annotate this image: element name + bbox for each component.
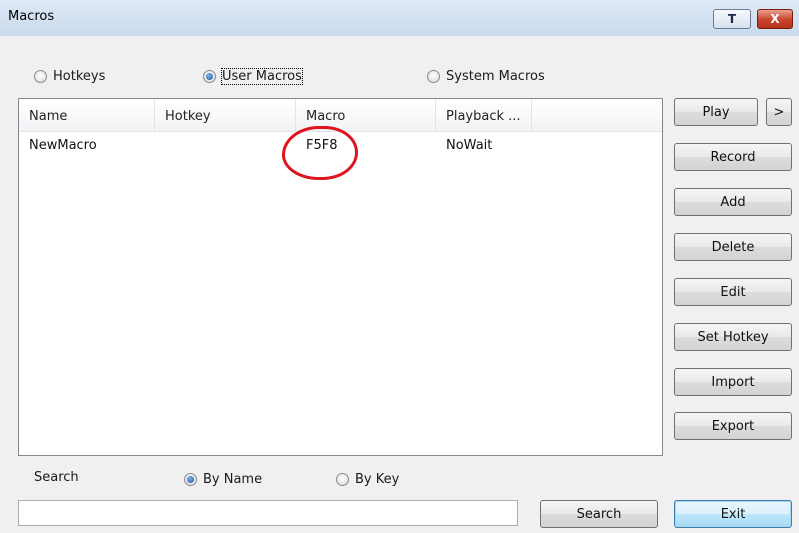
radio-system-macros-label: System Macros — [446, 69, 545, 84]
cell-name: NewMacro — [29, 138, 97, 153]
column-header-name[interactable]: Name — [19, 99, 155, 132]
radio-user-macros-label: User Macros — [221, 68, 303, 85]
radio-by-key[interactable]: By Key — [336, 472, 399, 487]
cell-macro: F5F8 — [306, 138, 338, 153]
record-button[interactable]: Record — [674, 143, 792, 171]
export-button[interactable]: Export — [674, 412, 792, 440]
pin-button[interactable]: T — [713, 9, 751, 29]
column-header-playback[interactable]: Playback ... — [436, 99, 532, 132]
radio-by-key-circle[interactable] — [336, 473, 349, 486]
delete-button[interactable]: Delete — [674, 233, 792, 261]
window-title: Macros — [8, 9, 55, 24]
radio-hotkeys-circle[interactable] — [34, 70, 47, 83]
macros-window: Macros T X Hotkeys User Macros System Ma… — [0, 0, 799, 533]
radio-system-macros-circle[interactable] — [427, 70, 440, 83]
macro-list[interactable]: Name Hotkey Macro Playback ... NewMacro … — [18, 98, 663, 456]
set-hotkey-button[interactable]: Set Hotkey — [674, 323, 792, 351]
play-button[interactable]: Play — [674, 98, 758, 126]
table-row[interactable]: NewMacro F5F8 NoWait — [19, 135, 662, 157]
title-bar[interactable]: Macros T X — [0, 0, 799, 36]
import-button[interactable]: Import — [674, 368, 792, 396]
radio-hotkeys-label: Hotkeys — [53, 69, 106, 84]
add-button[interactable]: Add — [674, 188, 792, 216]
radio-by-key-label: By Key — [355, 472, 400, 487]
play-options-button[interactable]: > — [766, 98, 792, 126]
cell-playback: NoWait — [446, 138, 493, 153]
radio-by-name-circle[interactable] — [184, 473, 197, 486]
radio-system-macros[interactable]: System Macros — [427, 69, 545, 84]
search-label: Search — [34, 470, 79, 485]
edit-button[interactable]: Edit — [674, 278, 792, 306]
radio-hotkeys[interactable]: Hotkeys — [34, 69, 105, 84]
list-header: Name Hotkey Macro Playback ... — [19, 99, 662, 132]
column-header-hotkey[interactable]: Hotkey — [155, 99, 296, 132]
radio-by-name-label: By Name — [203, 472, 263, 487]
search-button[interactable]: Search — [540, 500, 658, 528]
column-header-macro[interactable]: Macro — [296, 99, 436, 132]
close-button[interactable]: X — [757, 9, 793, 29]
radio-by-name[interactable]: By Name — [184, 472, 262, 487]
exit-button[interactable]: Exit — [674, 500, 792, 528]
radio-user-macros-circle[interactable] — [203, 70, 216, 83]
radio-user-macros[interactable]: User Macros — [203, 68, 303, 85]
search-input[interactable] — [18, 500, 518, 526]
